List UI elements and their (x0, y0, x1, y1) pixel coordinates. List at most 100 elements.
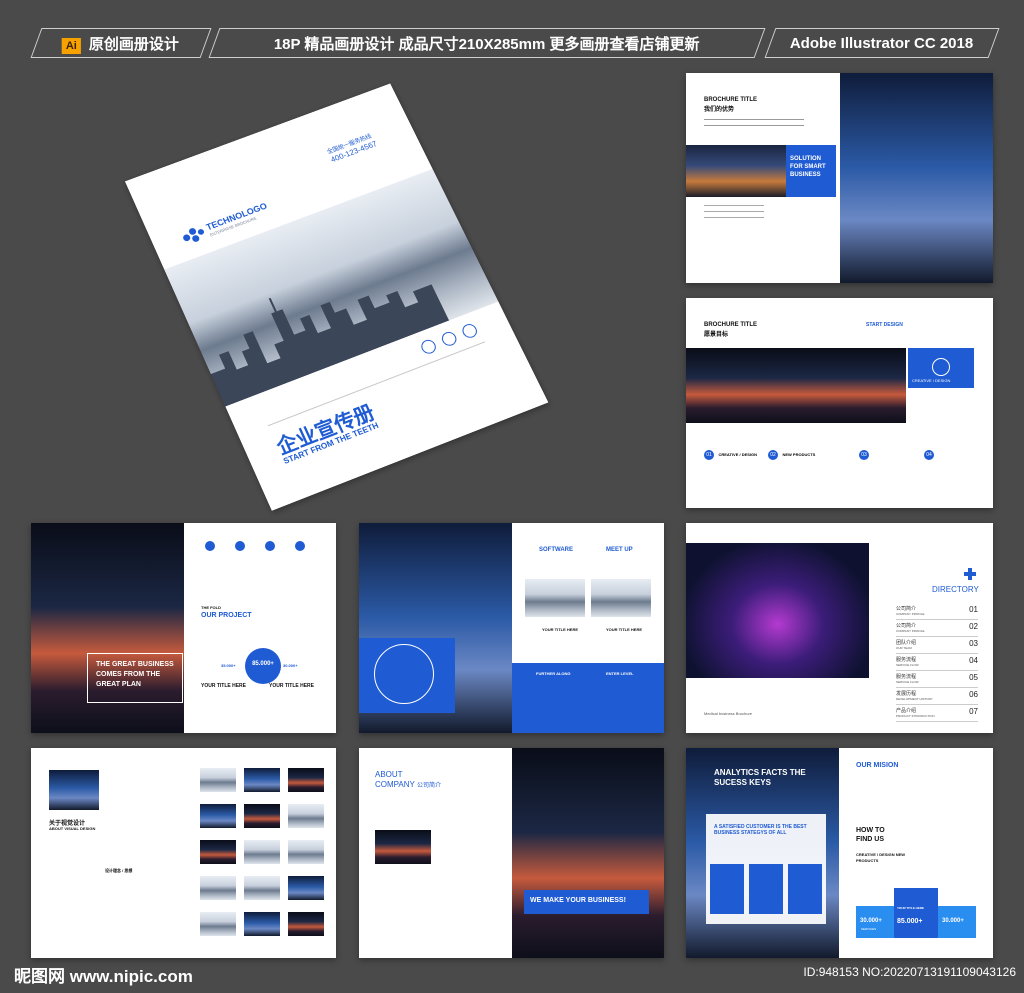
spread2-item-title-1: CREATIVE / DESIGN (718, 452, 758, 457)
spread2-title: BROCHURE TITLE (704, 322, 757, 328)
footer-brand: 昵图网 www.nipic.com (14, 967, 193, 986)
spread8-mission: OUR MISION (856, 762, 899, 769)
spread8-stat3: 30.000+ (942, 918, 964, 924)
spread8-customer: A SATISFIED CUSTOMER IS THE BEST BUSINES… (714, 824, 807, 836)
spread7-company: COMPANY 公司简介 (375, 780, 441, 789)
spread1-text-line-a (704, 119, 804, 120)
directory-item: 产品介绍 PRODUCT INTRODUCTION 07 (896, 705, 978, 722)
thumbnail-photo (288, 876, 324, 900)
directory-item-en: SERVICE FLOW (896, 680, 919, 684)
spread8-card: A SATISFIED CUSTOMER IS THE BEST BUSINES… (706, 814, 826, 924)
spread4-title-1: YOUR TITLE HERE (542, 627, 579, 632)
spread4-meetup: MEET UP (606, 547, 633, 553)
spread8-card-col-3 (788, 864, 822, 914)
thumbnail-photo (200, 840, 236, 864)
spread5-directory: DIRECTORY (932, 585, 979, 594)
directory-item-en: PRODUCT INTRODUCTION (896, 714, 935, 718)
spread8-services: SERVICES (861, 927, 877, 931)
directory-item-number: 01 (969, 605, 978, 614)
cover-skyline-svg (190, 244, 450, 407)
spread3-fold: THE FOLD (201, 605, 221, 610)
spread2-bulb-icon (932, 358, 950, 376)
spread8-stat-box-3: 30.000+ (938, 906, 976, 938)
directory-item: 发展历程 DEVELOPMENT HISTORY 06 (896, 688, 978, 705)
spread1-title: BROCHURE TITLE (704, 97, 757, 103)
spread8-stat-box-2: YOUR TITLE HERE 85.000+ (894, 888, 938, 938)
directory-item-cn: 服务流程 (896, 674, 917, 680)
spread3-stat-right: 30.000+ (283, 663, 298, 668)
spread7-large-photo (512, 748, 664, 958)
spread7-company-en: COMPANY (375, 780, 415, 789)
spread7-company-cn: 公司简介 (416, 783, 441, 789)
cover-logo-icon (180, 225, 207, 247)
cover-bulb-icon (418, 337, 439, 356)
spread2-item-sub-2: NEW PRODUCTS (782, 452, 816, 457)
spread4-enter: ENTER LEVEL (606, 671, 634, 676)
spread7-small-photo (375, 830, 431, 864)
spread3-stat: 85.000+ (252, 661, 274, 667)
spread2-item-badge-1: 01 (704, 450, 714, 460)
spread2-item-badge-4: 04 (924, 450, 934, 460)
spread2-item-3: 03 (859, 443, 869, 461)
directory-item-number: 04 (969, 656, 978, 665)
spread3-title-left: YOUR TITLE HERE (201, 683, 247, 689)
spread8-find: HOW TO FIND US (856, 827, 885, 843)
top-bar: Ai 原创画册设计 18P 精品画册设计 成品尺寸210X285mm 更多画册查看… (0, 0, 1024, 64)
spread-directory: Medical business Brochure DIRECTORY 公司简介… (686, 523, 993, 733)
thumbnail-photo (200, 912, 236, 936)
illustrator-icon: Ai (62, 37, 82, 54)
thumbnail-photo (200, 804, 236, 828)
spread4-title-2: YOUR TITLE HERE (606, 627, 643, 632)
thumbnail-photo (244, 768, 280, 792)
directory-item-number: 06 (969, 690, 978, 699)
spread2-item-2: 02 NEW PRODUCTS (768, 443, 815, 461)
spread6-thumbnail-grid (200, 768, 328, 948)
directory-item: 团队介绍 OUR TEAM 03 (896, 637, 978, 654)
spread1-solution-text: SOLUTION FOR SMART BUSINESS (790, 156, 826, 178)
directory-item-en: COMPANY PROFILE (896, 612, 925, 616)
spec-label: 18P 精品画册设计 成品尺寸210X285mm 更多画册查看店铺更新 (274, 35, 700, 53)
spread2-side-title: START DESIGN (866, 322, 903, 328)
spread8-stat-box-1: 30.000+ (856, 906, 894, 938)
spread1-left-photo (686, 145, 786, 197)
spread7-about: ABOUT (375, 770, 403, 779)
directory-item-cn: 发展历程 (896, 691, 917, 697)
spread3-tab-icon-4 (295, 541, 305, 551)
thumbnail-photo (244, 912, 280, 936)
spread2-items: 01 CREATIVE / DESIGN 02 NEW PRODUCTS 03 … (704, 443, 984, 473)
spread1-body-lines (704, 205, 834, 223)
spread2-item-1: 01 CREATIVE / DESIGN (704, 443, 757, 461)
spread-visual-design: 关于视觉设计 ABOUT VISUAL DESIGN 设计理念 / 思想 (31, 748, 336, 958)
directory-item-number: 05 (969, 673, 978, 682)
spread8-creative: CREATIVE / DESIGN NEW PRODUCTS (856, 852, 906, 863)
directory-item-number: 07 (969, 707, 978, 716)
spread-software: SOFTWARE MEET UP YOUR TITLE HERE YOUR TI… (359, 523, 664, 733)
cover-location-icon (439, 329, 459, 348)
spread4-photo-1 (525, 579, 585, 617)
thumbnail-photo (288, 768, 324, 792)
spread3-stat-left: 35.000+ (221, 663, 236, 668)
spread4-bottom-band: FURTHER ALONG ENTER LEVEL (512, 663, 664, 733)
directory-item: 公司简介 COMPANY PROFILE 02 (896, 620, 978, 637)
software-label: Adobe Illustrator CC 2018 (790, 34, 974, 52)
title-segment: Ai 原创画册设计 (30, 28, 212, 58)
spread3-project: OUR PROJECT (201, 612, 252, 619)
thumbnail-photo (244, 876, 280, 900)
brochure-cover: TECHNOLOGO ENTERPRISE BROCHURE 全国统一服务热线 … (124, 83, 549, 511)
spread8-stat2: 85.000+ (897, 918, 923, 925)
spread8-analytics: ANALYTICS FACTS THE SUCESS KEYS (714, 768, 806, 787)
spread2-item-badge-3: 03 (859, 450, 869, 460)
thumbnail-photo (288, 840, 324, 864)
directory-item-number: 02 (969, 622, 978, 631)
thumbnail-photo (288, 912, 324, 936)
footer-id: ID:948153 NO:20220713191109043126 (803, 965, 1016, 979)
directory-item-number: 03 (969, 639, 978, 648)
spread2-item-4: 04 (924, 443, 934, 461)
spread7-banner-text: WE MAKE YOUR BUSINESS! (530, 897, 626, 904)
spread6-design-label: 设计理念 / 思想 (105, 868, 133, 873)
spread6-photo (49, 770, 99, 810)
spread3-overlay-box: THE GREAT BUSINESS COMES FROM THE GREAT … (87, 653, 183, 703)
spread4-photo-2 (591, 579, 651, 617)
thumbnail-photo (200, 876, 236, 900)
spread5-directory-list: 公司简介 COMPANY PROFILE 01 公司简介 COMPANY PROFILE… (896, 603, 978, 722)
